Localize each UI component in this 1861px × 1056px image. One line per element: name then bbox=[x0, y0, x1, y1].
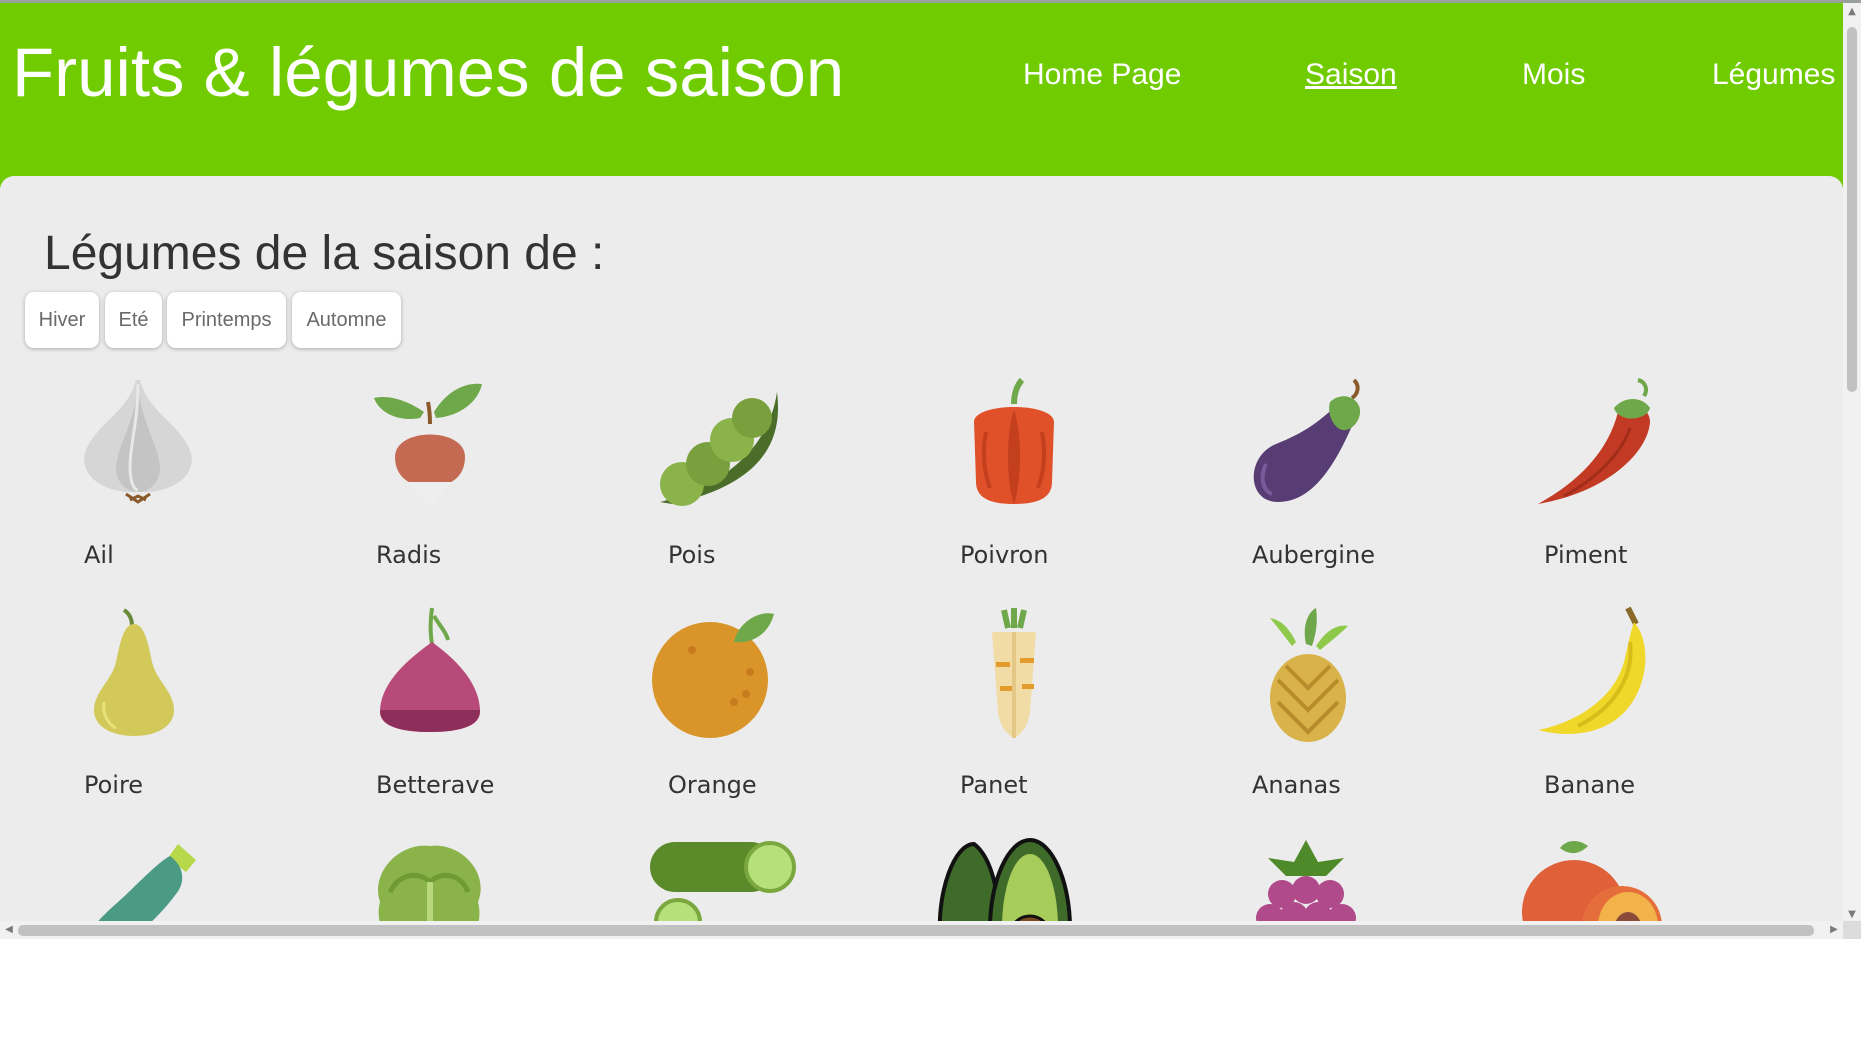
section-title: Légumes de la saison de : bbox=[44, 227, 605, 280]
chili-pepper-icon bbox=[1518, 372, 1678, 512]
produce-name: Poire bbox=[84, 771, 144, 799]
eggplant-icon bbox=[1226, 372, 1386, 512]
pineapple-icon bbox=[1226, 602, 1386, 742]
produce-card-orange[interactable]: Orange bbox=[642, 602, 932, 822]
produce-name: Pois bbox=[668, 541, 716, 569]
season-button-automne[interactable]: Automne bbox=[292, 292, 401, 348]
produce-name: Panet bbox=[960, 771, 1028, 799]
produce-name: Aubergine bbox=[1252, 541, 1375, 569]
parsnip-icon bbox=[934, 602, 1094, 742]
horizontal-scrollbar[interactable]: ◀ ▶ bbox=[0, 921, 1843, 939]
site-title: Fruits & légumes de saison bbox=[12, 34, 845, 111]
produce-card-panet[interactable]: Panet bbox=[934, 602, 1224, 822]
scrollbar-corner bbox=[1843, 921, 1861, 939]
site-header: Fruits & légumes de saison Home Page Sai… bbox=[0, 3, 1843, 188]
content-panel: Légumes de la saison de : Hiver Eté Prin… bbox=[0, 176, 1843, 939]
produce-card-poire[interactable]: Poire bbox=[58, 602, 348, 822]
produce-card-pois[interactable]: Pois bbox=[642, 372, 932, 592]
produce-card-ail[interactable]: Ail bbox=[58, 372, 348, 592]
vertical-scroll-thumb[interactable] bbox=[1847, 27, 1857, 392]
pear-icon bbox=[58, 602, 218, 742]
scroll-right-arrow-icon[interactable]: ▶ bbox=[1825, 921, 1843, 939]
radish-icon bbox=[350, 372, 510, 512]
horizontal-scroll-thumb[interactable] bbox=[18, 925, 1814, 936]
scroll-up-arrow-icon[interactable]: ▲ bbox=[1843, 3, 1861, 21]
bell-pepper-icon bbox=[934, 372, 1094, 512]
produce-card-betterave[interactable]: Betterave bbox=[350, 602, 640, 822]
scroll-left-arrow-icon[interactable]: ◀ bbox=[0, 921, 18, 939]
produce-name: Orange bbox=[668, 771, 757, 799]
season-button-hiver[interactable]: Hiver bbox=[25, 292, 99, 348]
produce-card-aubergine[interactable]: Aubergine bbox=[1226, 372, 1516, 592]
nav-legumes[interactable]: Légumes bbox=[1712, 55, 1835, 95]
season-button-printemps[interactable]: Printemps bbox=[167, 292, 286, 348]
produce-name: Banane bbox=[1544, 771, 1636, 799]
produce-name: Ail bbox=[84, 541, 114, 569]
orange-icon bbox=[642, 602, 802, 742]
garlic-icon bbox=[58, 372, 218, 512]
banana-icon bbox=[1518, 602, 1678, 742]
nav-saison[interactable]: Saison bbox=[1305, 55, 1397, 95]
produce-card-radis[interactable]: Radis bbox=[350, 372, 640, 592]
produce-name: Radis bbox=[376, 541, 442, 569]
produce-card-piment[interactable]: Piment bbox=[1518, 372, 1808, 592]
produce-name: Poivron bbox=[960, 541, 1049, 569]
nav-home-page[interactable]: Home Page bbox=[1023, 55, 1181, 95]
produce-card-banane[interactable]: Banane bbox=[1518, 602, 1808, 822]
vertical-scrollbar[interactable]: ▲ ▼ bbox=[1843, 3, 1861, 924]
nav-mois[interactable]: Mois bbox=[1522, 55, 1585, 95]
beetroot-icon bbox=[350, 602, 510, 742]
produce-name: Piment bbox=[1544, 541, 1628, 569]
produce-card-poivron[interactable]: Poivron bbox=[934, 372, 1224, 592]
produce-card-ananas[interactable]: Ananas bbox=[1226, 602, 1516, 822]
produce-name: Betterave bbox=[376, 771, 495, 799]
produce-name: Ananas bbox=[1252, 771, 1341, 799]
browser-viewport: Fruits & légumes de saison Home Page Sai… bbox=[0, 0, 1861, 939]
pea-pod-icon bbox=[642, 372, 802, 512]
season-button-ete[interactable]: Eté bbox=[105, 292, 162, 348]
